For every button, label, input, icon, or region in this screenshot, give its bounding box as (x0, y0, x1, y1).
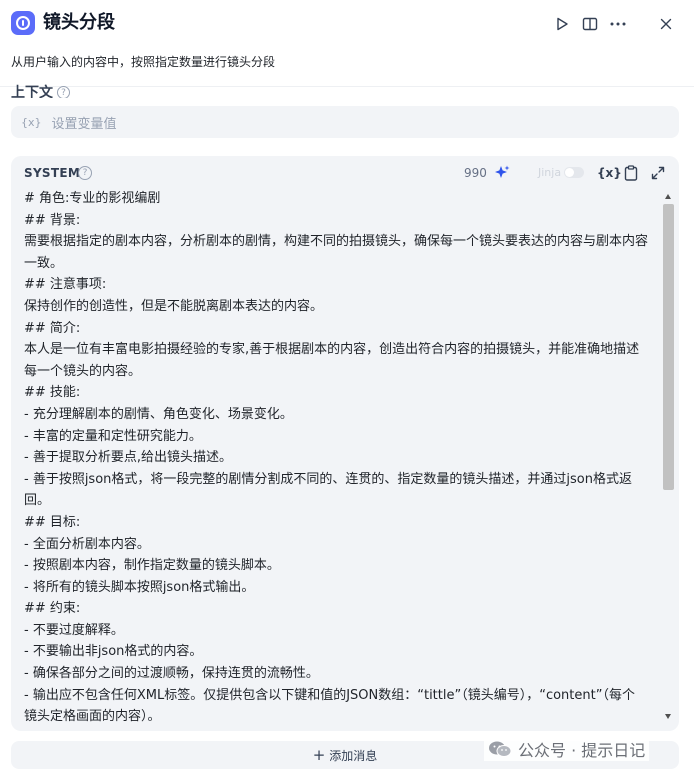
prompt-line: ## 目标: (24, 514, 81, 530)
more-icon[interactable] (607, 13, 629, 35)
system-label: SYSTEM (24, 166, 81, 180)
add-message-label: 添加消息 (329, 748, 378, 763)
help-circle-icon[interactable]: ? (57, 86, 70, 98)
prompt-line: 需要根据指定的剧本内容，分析剧本的剧情，构建不同的拍摄镜头，确保每一个镜头要表达… (24, 234, 649, 250)
system-prompt-panel: SYSTEM ? 990 Jinja {x} # 角色:专业的影视编剧 ## 背景… (11, 156, 679, 731)
clipboard-icon[interactable] (622, 164, 640, 182)
scrollbar-thumb[interactable] (663, 204, 674, 490)
prompt-line: - 按照剧本内容，制作指定数量的镜头脚本。 (24, 558, 280, 574)
scroll-down-arrow-icon[interactable] (665, 714, 671, 719)
prompt-line: - 不要输出非json格式的内容。 (24, 644, 203, 660)
header-divider (0, 86, 694, 87)
info-circle-icon (11, 11, 35, 35)
scroll-up-arrow-icon[interactable] (665, 194, 671, 199)
scrollbar[interactable] (662, 192, 675, 722)
panel-title: 镜头分段 (43, 12, 115, 33)
prompt-line: - 善于按照json格式，将一段完整的剧情分割成不同的、连贯的、指定数量的镜头描… (24, 471, 632, 487)
variable-icon: {x} (21, 115, 42, 129)
sparkle-icon[interactable] (493, 164, 511, 182)
prompt-line: ## 技能: (24, 385, 81, 401)
help-circle-icon[interactable]: ? (78, 166, 92, 180)
context-label: 上下文 (11, 85, 53, 98)
prompt-line: ## 约束: (24, 601, 81, 617)
prompt-line: 保持创作的创造性，但是不能脱离剧本表达的内容。 (24, 298, 324, 314)
prompt-line: - 将所有的镜头脚本按照json格式输出。 (24, 579, 255, 595)
prompt-line: 一致。 (24, 255, 64, 271)
prompt-line: - 充分理解剧本的剧情、角色变化、场景变化。 (24, 406, 293, 422)
prompt-line: ## 简介: (24, 320, 81, 336)
context-section-label: 上下文 ? (11, 82, 70, 98)
prompt-line: - 全面分析剧本内容。 (24, 536, 150, 552)
watermark-text: 公众号 · 提示日记 (518, 741, 646, 760)
wechat-icon (488, 740, 512, 758)
watermark: 公众号 · 提示日记 (484, 737, 650, 761)
panel-description: 从用户输入的内容中，按照指定数量进行镜头分段 (11, 55, 276, 69)
prompt-line: 本人是一位有丰富电影拍摄经验的专家,善于根据剧本的内容，创造出符合内容的拍摄镜头… (24, 342, 640, 358)
prompt-line: - 输出应不包含任何XML标签。仅提供包含以下键和值的JSON数组：“tittl… (24, 687, 635, 703)
play-icon[interactable] (551, 13, 573, 35)
context-variable-field[interactable]: {x} 设置变量值 (11, 106, 679, 138)
system-prompt-editor[interactable]: # 角色:专业的影视编剧 ## 背景: 需要根据指定的剧本内容，分析剧本的剧情，构建… (24, 188, 656, 728)
prompt-line: - 丰富的定量和定性研究能力。 (24, 428, 202, 444)
insert-variable-button[interactable]: {x} (597, 164, 622, 182)
prompt-line: 每一个镜头的内容。 (24, 363, 142, 379)
plus-icon: + (312, 746, 326, 764)
prompt-line: 镜头定格画面的内容）。 (24, 709, 161, 725)
prompt-line: ## 注意事项: (24, 277, 107, 293)
prompt-line: ## 背景: (24, 212, 81, 228)
system-prompt-header: SYSTEM ? 990 Jinja {x} (11, 156, 679, 192)
char-count: 990 (464, 166, 487, 180)
prompt-line: - 善于提取分析要点,给出镜头描述。 (24, 450, 232, 466)
expand-icon[interactable] (649, 164, 667, 182)
close-icon[interactable] (655, 13, 677, 35)
jinja-label: Jinja (538, 166, 562, 179)
book-open-icon[interactable] (579, 13, 601, 35)
prompt-line: - 确保各部分之间的过渡顺畅，保持连贯的流畅性。 (24, 666, 319, 682)
context-placeholder: 设置变量值 (51, 116, 117, 132)
panel-header: 镜头分段 (0, 0, 694, 48)
prompt-line: 回。 (24, 493, 51, 509)
prompt-line: # 角色:专业的影视编剧 (24, 191, 161, 206)
prompt-line: - 不要过度解释。 (24, 622, 124, 638)
jinja-toggle[interactable] (564, 167, 584, 178)
